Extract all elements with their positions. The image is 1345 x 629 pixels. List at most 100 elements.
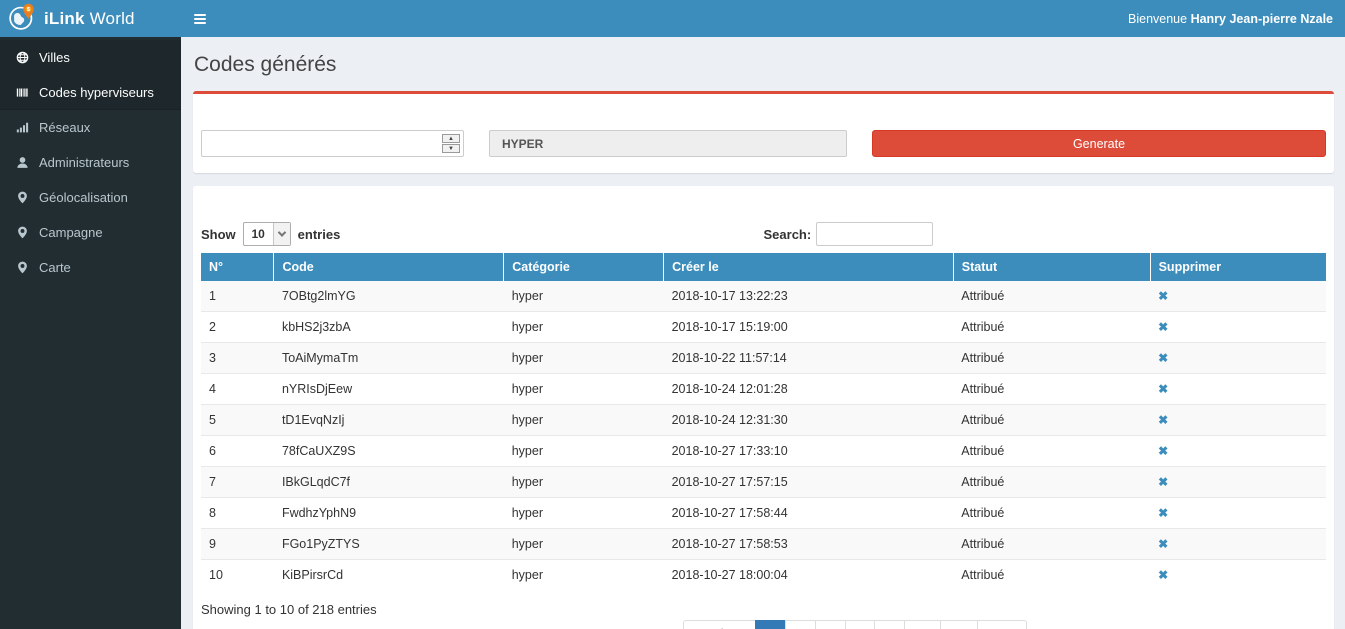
column-header-n[interactable]: N° xyxy=(201,253,274,281)
page-length-select[interactable]: 10 xyxy=(243,222,291,246)
chevron-down-icon xyxy=(273,223,290,245)
cell-category: hyper xyxy=(504,560,664,591)
generate-button[interactable]: Generate xyxy=(872,130,1326,157)
delete-icon[interactable]: ✖ xyxy=(1158,475,1168,489)
delete-icon[interactable]: ✖ xyxy=(1158,382,1168,396)
category-input[interactable] xyxy=(489,130,847,157)
delete-icon[interactable]: ✖ xyxy=(1158,351,1168,365)
main-content: Codes générés ▲ ▼ Generate Show xyxy=(181,37,1345,629)
cell-status: Attribué xyxy=(953,529,1150,560)
column-header-creer-le[interactable]: Créer le xyxy=(664,253,954,281)
cell-code: nYRIsDjEew xyxy=(274,374,504,405)
sidebar-item-label: Codes hyperviseurs xyxy=(39,85,154,100)
codes-table: N°CodeCatégorieCréer leStatutSupprimer 1… xyxy=(201,253,1326,590)
sidebar-item-administrateurs[interactable]: Administrateurs xyxy=(0,145,181,180)
table-row: 5tD1EvqNzIjhyper2018-10-24 12:31:30Attri… xyxy=(201,405,1326,436)
delete-icon[interactable]: ✖ xyxy=(1158,320,1168,334)
sidebar: $ iLink World Villes Codes hyperviseurs Ré… xyxy=(0,0,181,629)
sidebar-menu: Villes Codes hyperviseurs Réseaux Administr… xyxy=(0,37,181,285)
cell-num: 3 xyxy=(201,343,274,374)
show-label: Show xyxy=(201,227,236,242)
delete-icon[interactable]: ✖ xyxy=(1158,413,1168,427)
page-button-next[interactable]: Next xyxy=(977,620,1027,629)
cell-num: 9 xyxy=(201,529,274,560)
cell-code: 78fCaUXZ9S xyxy=(274,436,504,467)
sidebar-item-villes[interactable]: Villes xyxy=(0,40,181,75)
table-controls: Show 10 entries Search: xyxy=(201,222,1326,246)
cell-created: 2018-10-17 15:19:00 xyxy=(664,312,954,343)
number-spinner: ▲ ▼ xyxy=(442,134,460,153)
map-marker-icon xyxy=(15,261,29,275)
search-input[interactable] xyxy=(816,222,933,246)
cell-created: 2018-10-27 18:00:04 xyxy=(664,560,954,591)
table-search: Search: xyxy=(764,222,1327,246)
spinner-up-icon[interactable]: ▲ xyxy=(442,134,460,143)
cell-category: hyper xyxy=(504,374,664,405)
cell-num: 6 xyxy=(201,436,274,467)
table-row: 7IBkGLqdC7fhyper2018-10-27 17:57:15Attri… xyxy=(201,467,1326,498)
column-header-categorie[interactable]: Catégorie xyxy=(504,253,664,281)
cell-delete: ✖ xyxy=(1150,343,1326,374)
page-button-2[interactable]: 2 xyxy=(785,620,816,629)
sidebar-item-reseaux[interactable]: Réseaux xyxy=(0,110,181,145)
delete-icon[interactable]: ✖ xyxy=(1158,444,1168,458)
page-button-4[interactable]: 4 xyxy=(845,620,876,629)
sidebar-toggle-icon[interactable] xyxy=(193,10,207,28)
sidebar-item-geolocalisation[interactable]: Géolocalisation xyxy=(0,180,181,215)
cell-created: 2018-10-27 17:33:10 xyxy=(664,436,954,467)
search-label: Search: xyxy=(764,227,812,242)
spinner-down-icon[interactable]: ▼ xyxy=(442,144,460,153)
user-name: Hanry Jean-pierre Nzale xyxy=(1191,12,1333,26)
sidebar-item-label: Réseaux xyxy=(39,120,90,135)
table-info: Showing 1 to 10 of 218 entries xyxy=(201,602,1326,617)
cell-created: 2018-10-27 17:58:44 xyxy=(664,498,954,529)
column-header-supprimer[interactable]: Supprimer xyxy=(1150,253,1326,281)
page-button-22[interactable]: 22 xyxy=(940,620,978,629)
delete-icon[interactable]: ✖ xyxy=(1158,506,1168,520)
top-navbar: Bienvenue Hanry Jean-pierre Nzale xyxy=(181,0,1345,37)
table-footer: Showing 1 to 10 of 218 entries Previous1… xyxy=(201,602,1326,629)
sidebar-item-carte[interactable]: Carte xyxy=(0,250,181,285)
sidebar-item-campagne[interactable]: Campagne xyxy=(0,215,181,250)
cell-category: hyper xyxy=(504,343,664,374)
svg-text:$: $ xyxy=(27,7,30,13)
column-header-statut[interactable]: Statut xyxy=(953,253,1150,281)
cell-created: 2018-10-17 13:22:23 xyxy=(664,281,954,312)
page-length-value: 10 xyxy=(244,227,273,241)
cell-num: 1 xyxy=(201,281,274,312)
column-header-code[interactable]: Code xyxy=(274,253,504,281)
sidebar-item-label: Campagne xyxy=(39,225,103,240)
cell-created: 2018-10-22 11:57:14 xyxy=(664,343,954,374)
cell-status: Attribué xyxy=(953,560,1150,591)
page-button-3[interactable]: 3 xyxy=(815,620,846,629)
sidebar-item-codes-hyperviseurs[interactable]: Codes hyperviseurs xyxy=(0,75,181,110)
generator-form: ▲ ▼ Generate xyxy=(201,130,1326,157)
table-row: 678fCaUXZ9Shyper2018-10-27 17:33:10Attri… xyxy=(201,436,1326,467)
page-length-control: Show 10 entries xyxy=(201,222,764,246)
sidebar-item-label: Villes xyxy=(39,50,70,65)
globe-icon xyxy=(15,51,29,65)
quantity-field-wrap: ▲ ▼ xyxy=(201,130,464,157)
cell-delete: ✖ xyxy=(1150,405,1326,436)
cell-delete: ✖ xyxy=(1150,498,1326,529)
cell-status: Attribué xyxy=(953,498,1150,529)
sidebar-item-label: Carte xyxy=(39,260,71,275)
delete-icon[interactable]: ✖ xyxy=(1158,289,1168,303)
quantity-input[interactable] xyxy=(201,130,464,157)
cell-num: 10 xyxy=(201,560,274,591)
delete-icon[interactable]: ✖ xyxy=(1158,537,1168,551)
cell-code: tD1EvqNzIj xyxy=(274,405,504,436)
page-button-1[interactable]: 1 xyxy=(755,620,786,629)
brand-name: iLink World xyxy=(44,9,135,29)
page-button-5[interactable]: 5 xyxy=(874,620,905,629)
welcome-text: Bienvenue Hanry Jean-pierre Nzale xyxy=(1128,12,1333,26)
brand-logo[interactable]: $ iLink World xyxy=(0,0,181,37)
cell-status: Attribué xyxy=(953,405,1150,436)
cell-created: 2018-10-27 17:58:53 xyxy=(664,529,954,560)
cell-code: FwdhzYphN9 xyxy=(274,498,504,529)
delete-icon[interactable]: ✖ xyxy=(1158,568,1168,582)
cell-category: hyper xyxy=(504,436,664,467)
cell-status: Attribué xyxy=(953,312,1150,343)
map-marker-icon xyxy=(15,191,29,205)
page-button-previous[interactable]: Previous xyxy=(683,620,756,629)
